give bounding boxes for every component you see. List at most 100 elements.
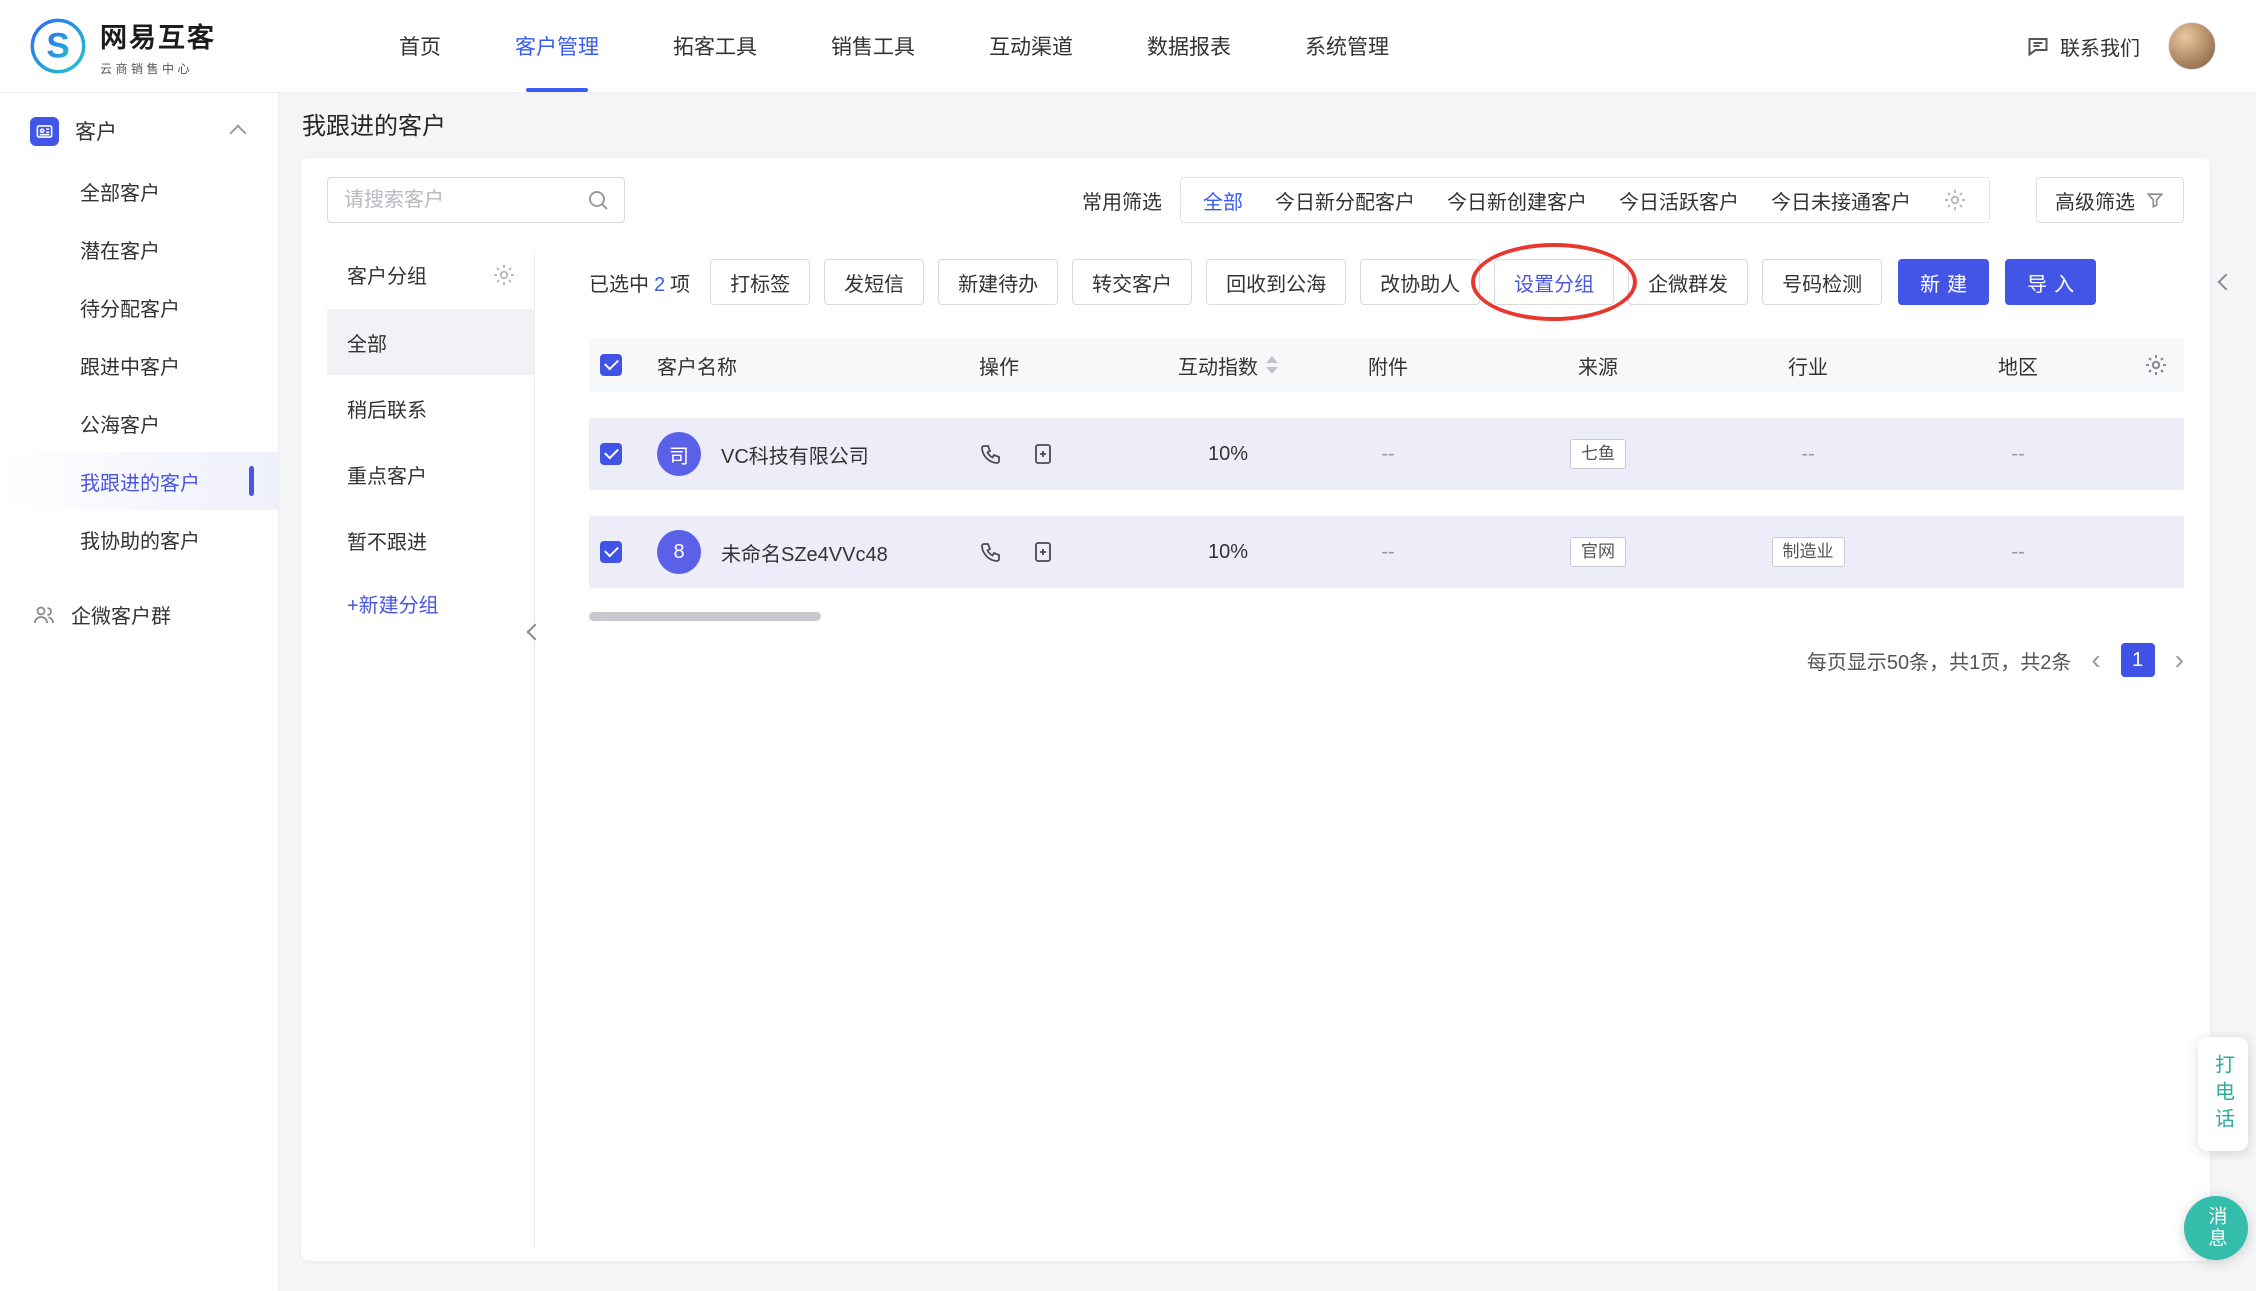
- new-todo-button[interactable]: 新建待办: [938, 259, 1058, 305]
- nav-item-data-reports[interactable]: 数据报表: [1110, 0, 1268, 92]
- column-source: 来源: [1578, 351, 1618, 380]
- people-icon: [32, 603, 56, 627]
- group-item-contact-later[interactable]: 稍后联系: [327, 375, 534, 441]
- customer-groups-panel: 客户分组 全部 稍后联系 重点客户 暂不跟进 +新建分组: [327, 250, 535, 1248]
- sidebar-item-potential-customers[interactable]: 潜在客户: [0, 220, 278, 278]
- next-page-button[interactable]: ›: [2175, 646, 2184, 674]
- search-input[interactable]: [342, 188, 576, 213]
- advanced-filter-button[interactable]: 高级筛选: [2036, 177, 2184, 223]
- customer-search-box: [327, 177, 625, 223]
- selected-count-info: 已选中2项: [589, 268, 690, 297]
- create-button[interactable]: 新建: [1898, 259, 1989, 305]
- panel-collapse-handle[interactable]: [523, 620, 547, 644]
- table-row[interactable]: 司 VC科技有限公司 10% -- 七鱼 --: [589, 418, 2184, 490]
- prev-page-button[interactable]: ‹: [2091, 646, 2100, 674]
- chat-bubble-icon: [2026, 34, 2050, 58]
- table-row[interactable]: 8 未命名SZe4VVc48 10% -- 官网 制造业: [589, 516, 2184, 588]
- chevron-up-icon: [230, 125, 247, 142]
- customer-avatar: 司: [657, 432, 701, 476]
- nav-item-interaction-channels[interactable]: 互动渠道: [952, 0, 1110, 92]
- set-group-button[interactable]: 设置分组: [1494, 259, 1614, 305]
- bulk-action-toolbar: 已选中2项 打标签 发短信 新建待办 转交客户 回收到公海 改协助人 设置分组 …: [589, 259, 2184, 305]
- user-avatar[interactable]: [2168, 22, 2216, 70]
- quick-filter-newly-assigned-today[interactable]: 今日新分配客户: [1275, 186, 1415, 215]
- row-checkbox[interactable]: [600, 443, 622, 465]
- quick-filter-active-today[interactable]: 今日活跃客户: [1619, 186, 1739, 215]
- top-bar: S 网易互客 云商销售中心 首页 客户管理 拓客工具 销售工具 互动渠道 数据报…: [0, 0, 2256, 93]
- sidebar-item-my-followed-customers[interactable]: 我跟进的客户: [0, 452, 278, 510]
- brand-logo-icon: S: [30, 18, 86, 74]
- customer-name[interactable]: VC科技有限公司: [721, 440, 869, 469]
- import-button[interactable]: 导入: [2005, 259, 2096, 305]
- transfer-customer-button[interactable]: 转交客户: [1072, 259, 1192, 305]
- toolbar-scroll-chevron[interactable]: [2220, 276, 2232, 288]
- sidebar-section-label: 客户: [75, 116, 216, 146]
- selected-count: 2: [649, 274, 670, 296]
- column-region: 地区: [1998, 351, 2038, 380]
- nav-item-home[interactable]: 首页: [362, 0, 478, 92]
- sidebar-item-all-customers[interactable]: 全部客户: [0, 162, 278, 220]
- filter-row: 常用筛选 全部 今日新分配客户 今日新创建客户 今日活跃客户 今日未接通客户 高…: [327, 177, 2184, 223]
- add-group-button[interactable]: +新建分组: [327, 589, 534, 618]
- group-item-key-customers[interactable]: 重点客户: [327, 441, 534, 507]
- quick-filter-unreached-today[interactable]: 今日未接通客户: [1771, 186, 1911, 215]
- brand-subtitle: 云商销售中心: [100, 60, 216, 77]
- select-all-checkbox[interactable]: [600, 354, 622, 376]
- nav-item-sales-tools[interactable]: 销售工具: [794, 0, 952, 92]
- attachment-value: --: [1381, 443, 1394, 466]
- sidebar-item-following-customers[interactable]: 跟进中客户: [0, 336, 278, 394]
- add-record-icon[interactable]: [1031, 540, 1055, 564]
- table-zone: 已选中2项 打标签 发短信 新建待办 转交客户 回收到公海 改协助人 设置分组 …: [589, 259, 2184, 677]
- phone-call-icon[interactable]: [979, 540, 1003, 564]
- sidebar-item-public-sea-customers[interactable]: 公海客户: [0, 394, 278, 452]
- send-sms-button[interactable]: 发短信: [824, 259, 924, 305]
- interaction-index-value: 10%: [1208, 443, 1248, 466]
- region-value: --: [2011, 443, 2024, 466]
- make-call-floating-button[interactable]: 打电话: [2198, 1037, 2248, 1151]
- column-settings-gear-icon[interactable]: [2144, 353, 2168, 377]
- change-assistant-button[interactable]: 改协助人: [1360, 259, 1480, 305]
- app-root: S 网易互客 云商销售中心 首页 客户管理 拓客工具 销售工具 互动渠道 数据报…: [0, 0, 2256, 1291]
- advanced-filter-label: 高级筛选: [2055, 186, 2135, 215]
- nav-item-prospecting-tools[interactable]: 拓客工具: [636, 0, 794, 92]
- sidebar-item-my-assisted-customers[interactable]: 我协助的客户: [0, 510, 278, 568]
- industry-tag: 制造业: [1772, 537, 1845, 567]
- sort-control[interactable]: [1266, 356, 1278, 374]
- pagination: 每页显示50条，共1页，共2条 ‹ 1 ›: [589, 643, 2184, 677]
- nav-item-customer-management[interactable]: 客户管理: [478, 0, 636, 92]
- customer-card-icon: [30, 117, 59, 146]
- sidebar-item-unassigned-customers[interactable]: 待分配客户: [0, 278, 278, 336]
- quick-filter-group: 全部 今日新分配客户 今日新创建客户 今日活跃客户 今日未接通客户: [1180, 177, 1990, 223]
- quick-filter-all[interactable]: 全部: [1203, 186, 1243, 215]
- groups-settings-gear-icon[interactable]: [492, 263, 516, 287]
- tag-button[interactable]: 打标签: [710, 259, 810, 305]
- quick-filter-settings-gear-icon[interactable]: [1943, 188, 1967, 212]
- sidebar-section-customers[interactable]: 客户: [0, 92, 278, 156]
- sidebar-item-wecom-customer-groups[interactable]: 企微客户群: [0, 600, 278, 629]
- brand-logo: S 网易互客 云商销售中心: [0, 16, 282, 77]
- quick-filter-newly-created-today[interactable]: 今日新创建客户: [1447, 186, 1587, 215]
- phone-call-icon[interactable]: [979, 442, 1003, 466]
- group-item-not-following[interactable]: 暂不跟进: [327, 507, 534, 573]
- svg-text:S: S: [46, 27, 69, 66]
- row-checkbox[interactable]: [600, 541, 622, 563]
- contact-us-button[interactable]: 联系我们: [2026, 32, 2140, 61]
- wecom-broadcast-button[interactable]: 企微群发: [1628, 259, 1748, 305]
- column-interaction-index: 互动指数: [1178, 351, 1258, 380]
- messages-floating-button[interactable]: 消息: [2184, 1196, 2248, 1260]
- region-value: --: [2011, 541, 2024, 564]
- page-title: 我跟进的客户: [302, 106, 446, 141]
- nav-item-system-management[interactable]: 系统管理: [1268, 0, 1426, 92]
- chevron-left-icon: [527, 624, 544, 641]
- current-page-button[interactable]: 1: [2121, 643, 2155, 677]
- group-item-all[interactable]: 全部: [327, 309, 534, 375]
- customer-name[interactable]: 未命名SZe4VVc48: [721, 538, 888, 567]
- search-icon[interactable]: [586, 188, 610, 212]
- interaction-index-value: 10%: [1208, 541, 1248, 564]
- brand-name: 网易互客: [100, 16, 216, 55]
- add-record-icon[interactable]: [1031, 442, 1055, 466]
- horizontal-scrollbar[interactable]: [589, 612, 821, 621]
- recycle-to-public-sea-button[interactable]: 回收到公海: [1206, 259, 1346, 305]
- sidebar-item-label: 企微客户群: [71, 600, 171, 629]
- number-check-button[interactable]: 号码检测: [1762, 259, 1882, 305]
